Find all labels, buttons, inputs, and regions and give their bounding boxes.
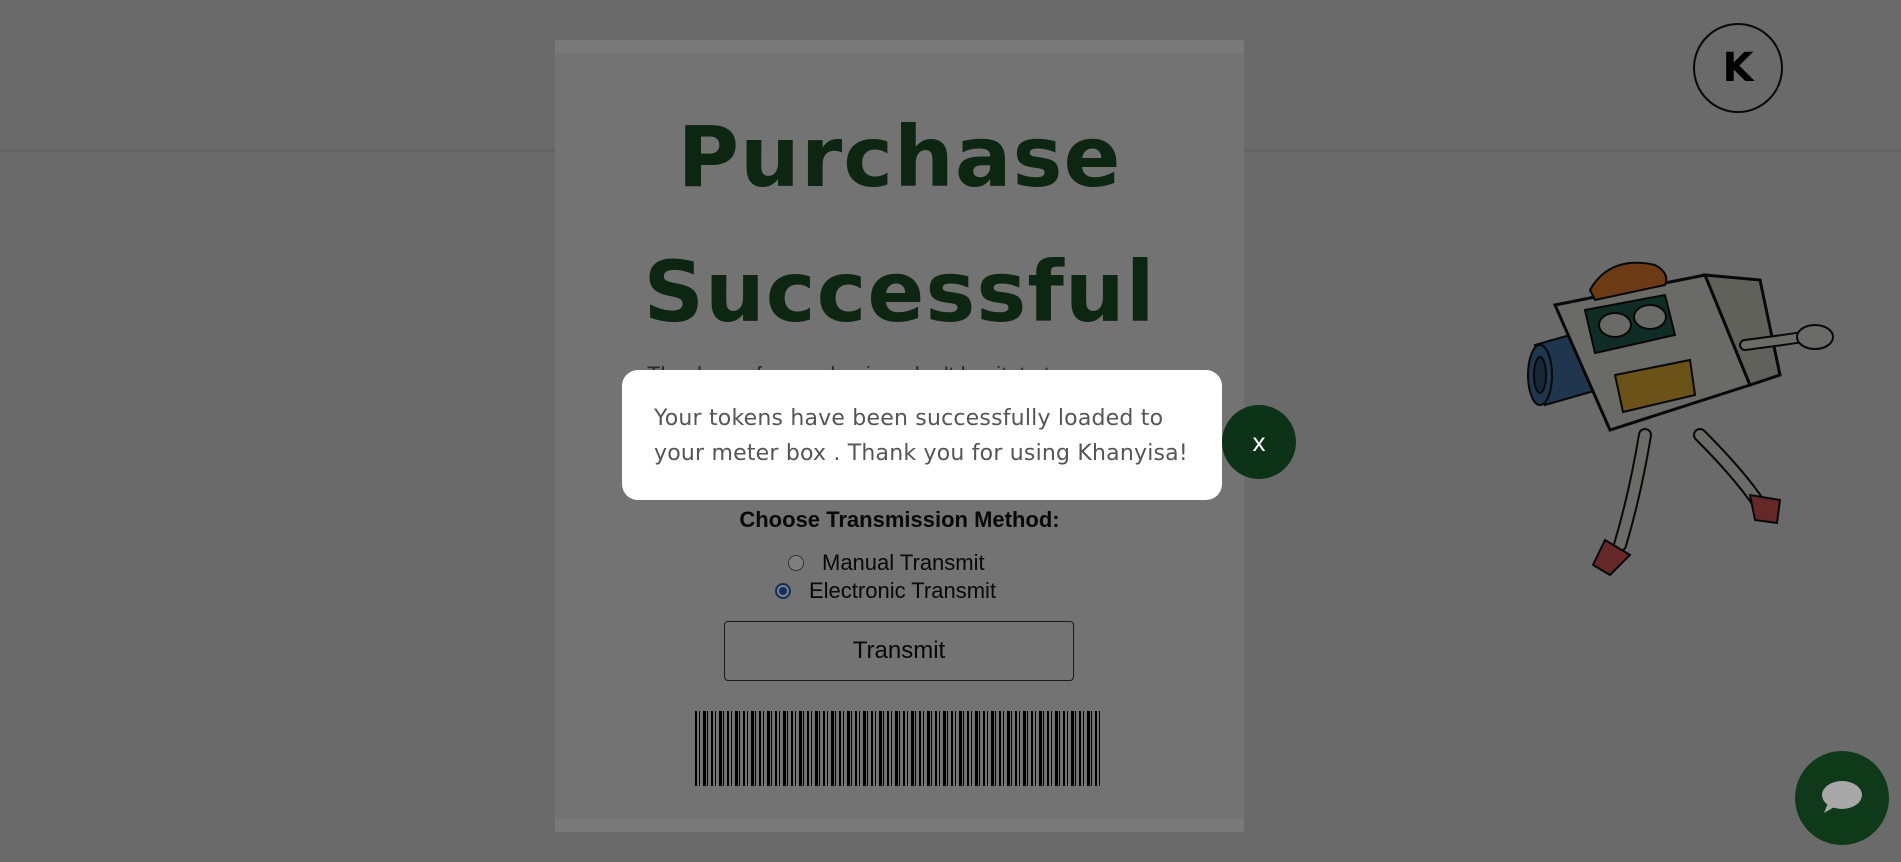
chat-button[interactable] xyxy=(1795,751,1889,845)
chat-bubble-icon xyxy=(1822,781,1862,813)
close-modal-button[interactable]: x xyxy=(1222,405,1296,479)
success-message: Your tokens have been successfully loade… xyxy=(654,406,1188,466)
success-modal: Your tokens have been successfully loade… xyxy=(622,370,1222,500)
